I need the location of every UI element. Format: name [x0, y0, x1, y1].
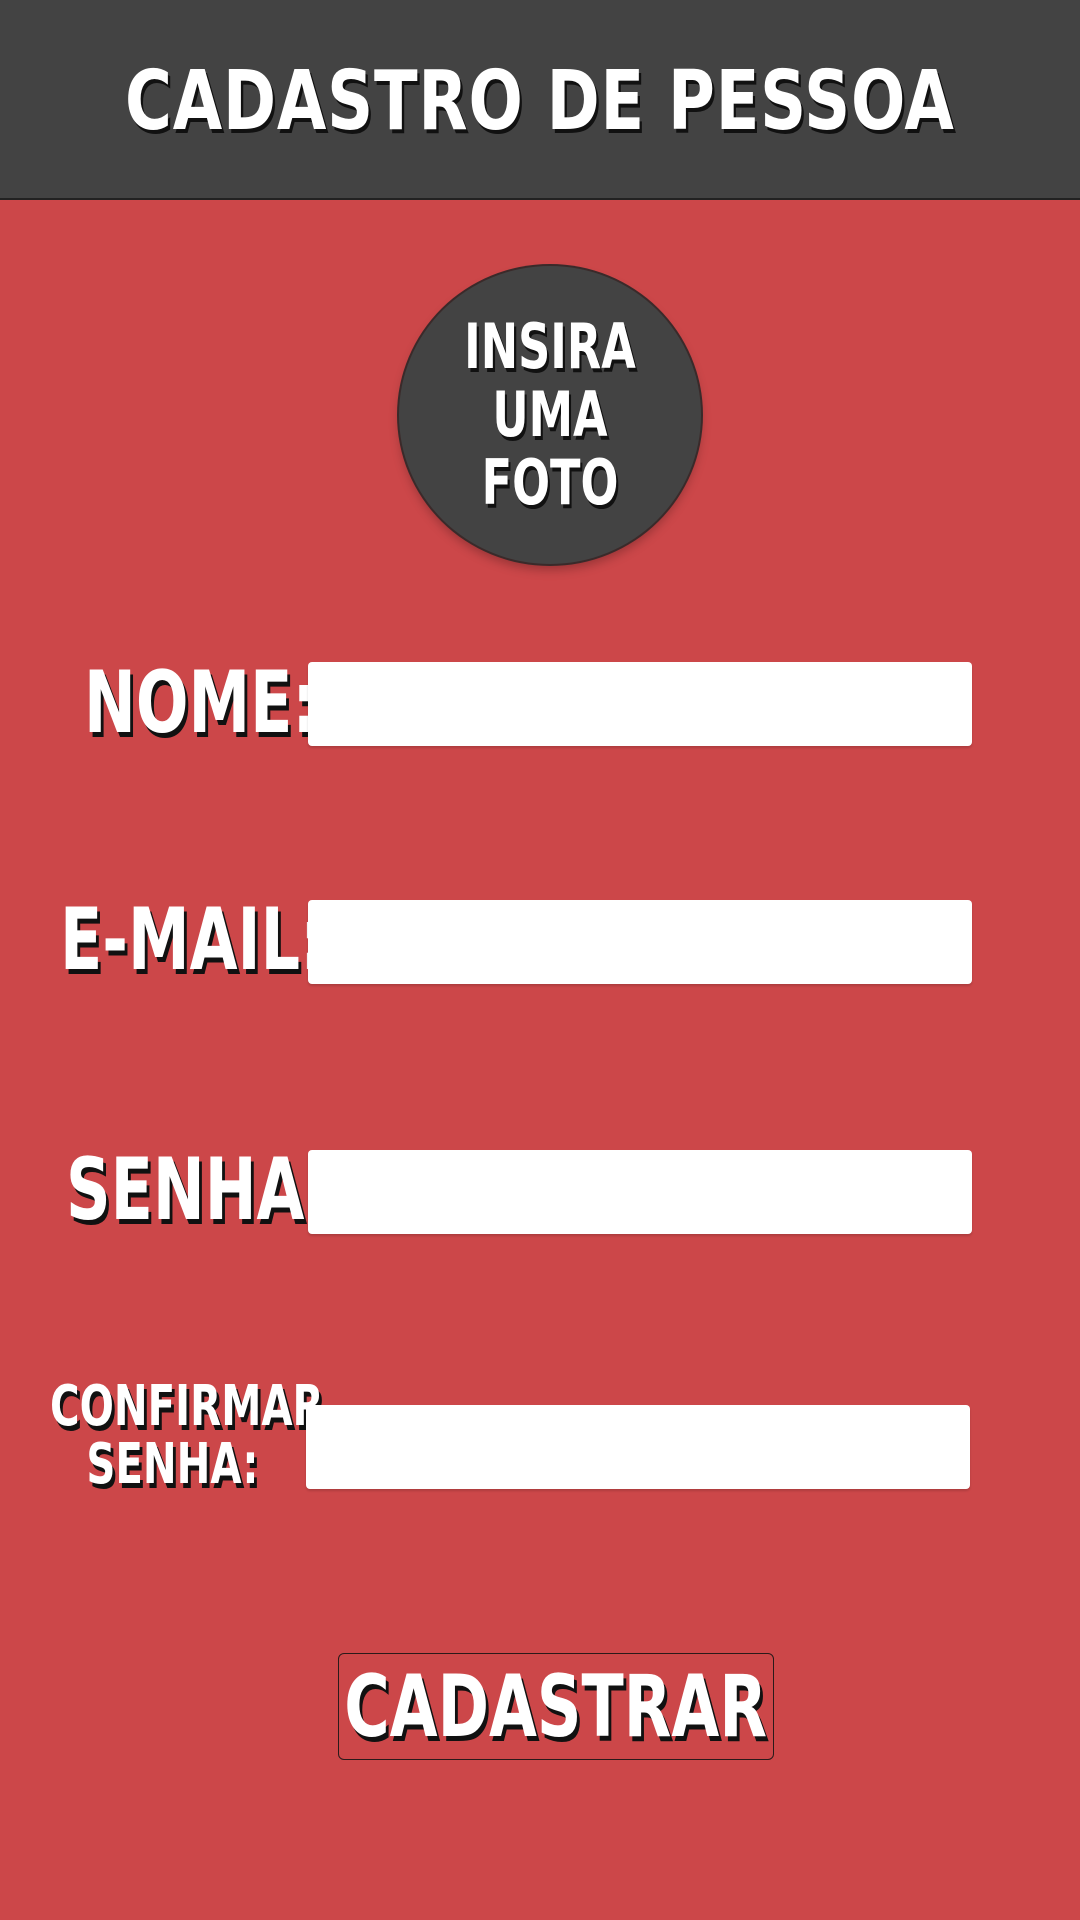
cadastrar-button[interactable]: CADASTRAR	[338, 1653, 774, 1760]
confirmar-senha-label: CONFIRMAR SENHA:	[50, 1374, 324, 1497]
confirmar-senha-label-line1: CONFIRMAR	[50, 1374, 324, 1439]
header-bar: CADASTRO DE PESSOA	[0, 0, 1080, 200]
confirmar-senha-input[interactable]	[306, 1405, 970, 1489]
senha-label: SENHA:	[66, 1140, 331, 1240]
nome-input[interactable]	[308, 662, 972, 746]
cadastrar-button-label: CADASTRAR	[344, 1656, 768, 1757]
photo-upload-label: INSIRA UMA FOTO	[464, 310, 636, 519]
registration-screen: CADASTRO DE PESSOA INSIRA UMA FOTO NOME:…	[0, 0, 1080, 1920]
nome-label: NOME:	[84, 653, 318, 753]
page-title: CADASTRO DE PESSOA	[125, 53, 955, 149]
email-label: E-MAIL:	[60, 890, 325, 990]
photo-upload-button[interactable]: INSIRA UMA FOTO	[399, 266, 701, 564]
senha-input[interactable]	[308, 1150, 972, 1234]
confirmar-senha-label-line2: SENHA:	[86, 1432, 259, 1497]
email-input[interactable]	[308, 900, 972, 984]
